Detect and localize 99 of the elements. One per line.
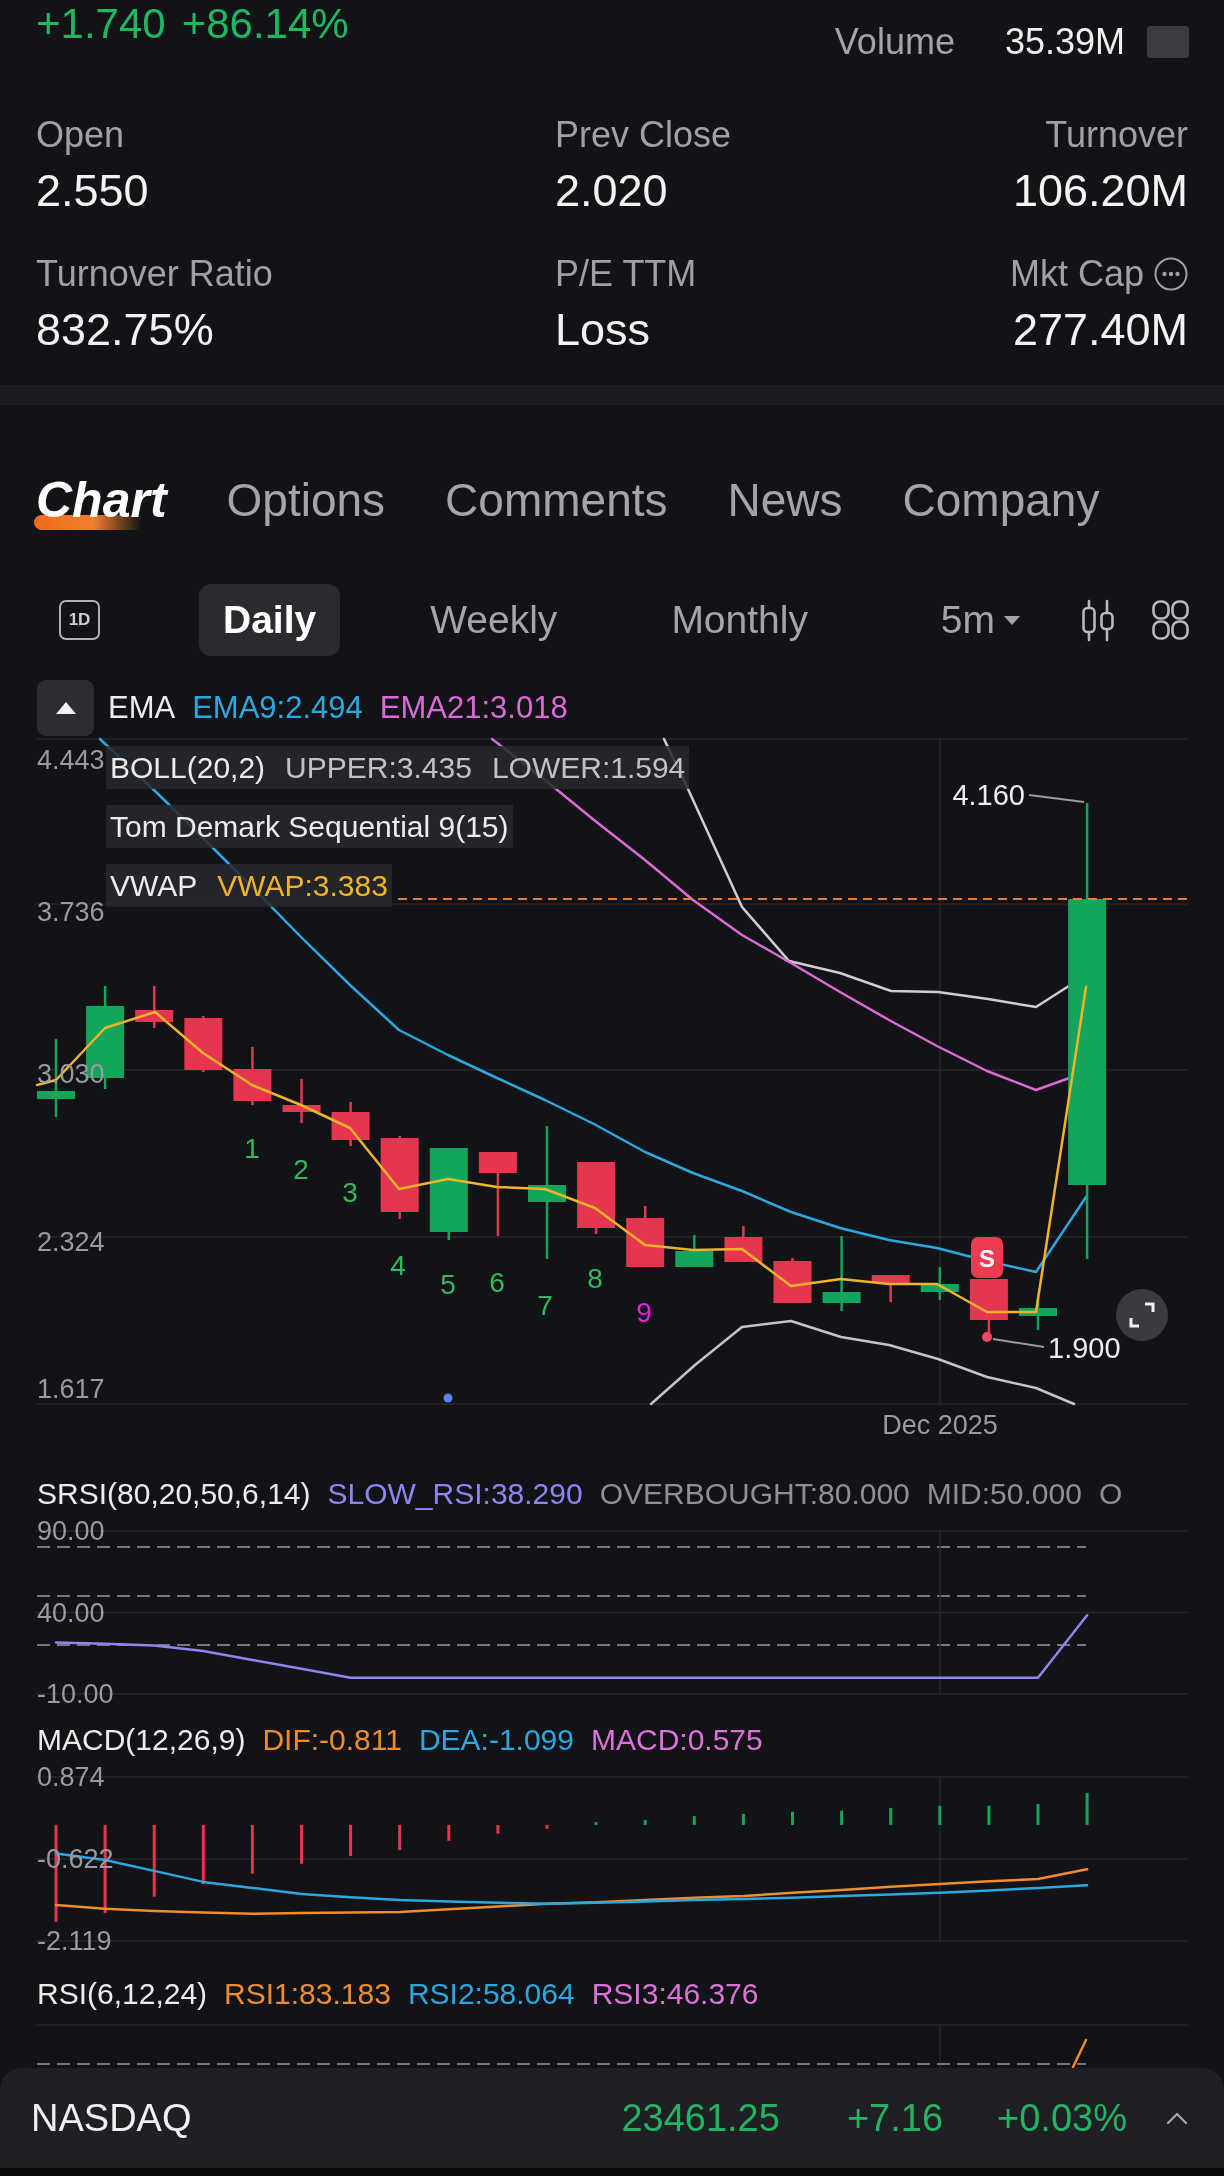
indicator-value: EMA21:3.018 — [379, 690, 568, 726]
indicator-value: MID:50.000 — [926, 1477, 1082, 1511]
day-view-button[interactable]: 1D — [59, 600, 100, 640]
candle — [626, 1206, 665, 1267]
candle — [184, 1016, 223, 1072]
sequence-number: 3 — [342, 1176, 358, 1208]
sell-signal-badge: S — [971, 1237, 1003, 1278]
sequence-number: 8 — [587, 1262, 603, 1294]
tab[interactable]: Company — [902, 470, 1100, 530]
stat-label: Turnover Ratio — [36, 252, 273, 296]
axis-label: -10.00 — [37, 1679, 114, 1709]
sequence-number: 9 — [636, 1296, 652, 1328]
stat-label: P/E TTM — [555, 252, 697, 296]
volume-label: Volume — [834, 21, 955, 63]
collapse-button[interactable] — [37, 680, 94, 736]
indicator-value: MACD:0.575 — [591, 1723, 763, 1757]
sequence-number: 4 — [390, 1249, 406, 1281]
stat-label: Prev Close — [555, 113, 732, 157]
candle — [233, 1047, 272, 1105]
stat-value: 2.550 — [36, 164, 149, 218]
indicator-name: VWAP — [110, 868, 198, 903]
tab[interactable]: Options — [226, 470, 386, 530]
axis-label: -2.119 — [37, 1926, 112, 1956]
indicator-value: SLOW_RSI:38.290 — [327, 1477, 583, 1511]
candle — [969, 1279, 1008, 1334]
candlestick-icon[interactable] — [1080, 598, 1116, 642]
indicator-value: EMA9:2.494 — [192, 690, 363, 726]
axis-label: 3.736 — [37, 897, 105, 927]
indicator-value: LOWER:1.594 — [491, 750, 686, 785]
low-price-label: 1.900 — [1048, 1332, 1121, 1364]
caret-up-icon — [54, 701, 77, 715]
interval-dropdown[interactable]: 5m — [940, 598, 1020, 642]
axis-label: 2.324 — [37, 1227, 105, 1257]
sequence-number: 7 — [537, 1289, 553, 1321]
dot-icon — [982, 1332, 992, 1342]
sequence-number: 6 — [489, 1266, 505, 1298]
stat-value: 277.40M — [1012, 303, 1188, 357]
candle — [675, 1235, 714, 1267]
rsi-line — [1071, 2038, 1088, 2069]
candle — [577, 1162, 616, 1234]
dot-icon — [443, 1393, 453, 1403]
stat-label: Mkt Cap — [1009, 252, 1144, 296]
indicator-value: DEA:-1.099 — [418, 1723, 574, 1757]
leader-line — [992, 1338, 1045, 1348]
stat-value: 832.75% — [36, 303, 214, 357]
axis-label: 4.443 — [37, 745, 105, 775]
sequence-number: 5 — [440, 1268, 456, 1300]
caret-down-icon — [1004, 615, 1020, 625]
tab[interactable]: Chart — [36, 470, 167, 530]
period-tab[interactable]: Weekly — [406, 584, 582, 656]
axis-label: 1.617 — [37, 1374, 105, 1404]
index-price: 23461.25 — [621, 2096, 780, 2140]
candle — [135, 986, 174, 1028]
candle — [282, 1079, 321, 1123]
indicator-value: RSI2:58.064 — [407, 1977, 575, 2011]
indicator-name: EMA — [108, 690, 176, 726]
axis-label: 40.00 — [37, 1597, 105, 1628]
stat-value: 106.20M — [1012, 164, 1188, 218]
indicator-name: RSI(6,12,24) — [37, 1977, 208, 2011]
candle — [773, 1258, 812, 1303]
indicator-value: O — [1098, 1477, 1123, 1511]
high-price-label: 4.160 — [952, 779, 1025, 811]
percent-change: +86.14% — [181, 3, 349, 45]
indicator-value: RSI3:46.376 — [591, 1977, 759, 2011]
index-name: NASDAQ — [31, 2096, 192, 2140]
indicator-value: VWAP:3.383 — [217, 868, 388, 903]
sequence-number: 1 — [244, 1132, 260, 1164]
candle — [724, 1226, 763, 1262]
candle — [331, 1102, 370, 1146]
period-tab[interactable]: Daily — [199, 584, 341, 656]
indicator-name: SRSI(80,20,50,6,14) — [37, 1477, 311, 1511]
candle — [920, 1267, 959, 1300]
indicator-name: BOLL(20,2) — [110, 750, 266, 785]
axis-label: 0.874 — [37, 1762, 105, 1792]
volume-value: 35.39M — [1004, 21, 1125, 63]
grid-icon[interactable] — [1152, 600, 1189, 640]
stat-value: 2.020 — [555, 164, 668, 218]
index-change-percent: +0.03% — [997, 2096, 1127, 2140]
chevron-up-icon[interactable] — [1166, 2111, 1188, 2125]
stat-value: Loss — [555, 303, 651, 357]
axis-label: Dec 2025 — [882, 1410, 998, 1440]
indicator-value: DIF:-0.811 — [262, 1723, 402, 1757]
candle — [871, 1275, 910, 1302]
tab[interactable]: Comments — [445, 470, 668, 530]
indicator-value: RSI1:83.183 — [224, 1977, 391, 2011]
sequence-number: 2 — [293, 1153, 309, 1185]
indicator-name: MACD(12,26,9) — [37, 1723, 246, 1757]
axis-label: 90.00 — [37, 1516, 105, 1546]
stat-label: Open — [36, 113, 125, 157]
leader-line — [1028, 794, 1085, 803]
period-tab[interactable]: Monthly — [647, 584, 832, 656]
stat-label: Turnover — [1045, 113, 1188, 157]
index-change: +7.16 — [846, 2096, 944, 2140]
indicator-value: OVERBOUGHT:80.000 — [599, 1477, 910, 1511]
more-icon[interactable] — [1154, 257, 1188, 291]
indicator-value: UPPER:3.435 — [285, 750, 472, 785]
tab[interactable]: News — [727, 470, 843, 530]
price-change: +1.740 — [36, 3, 166, 45]
indicator-name: Tom Demark Sequential 9(15) — [110, 809, 509, 844]
